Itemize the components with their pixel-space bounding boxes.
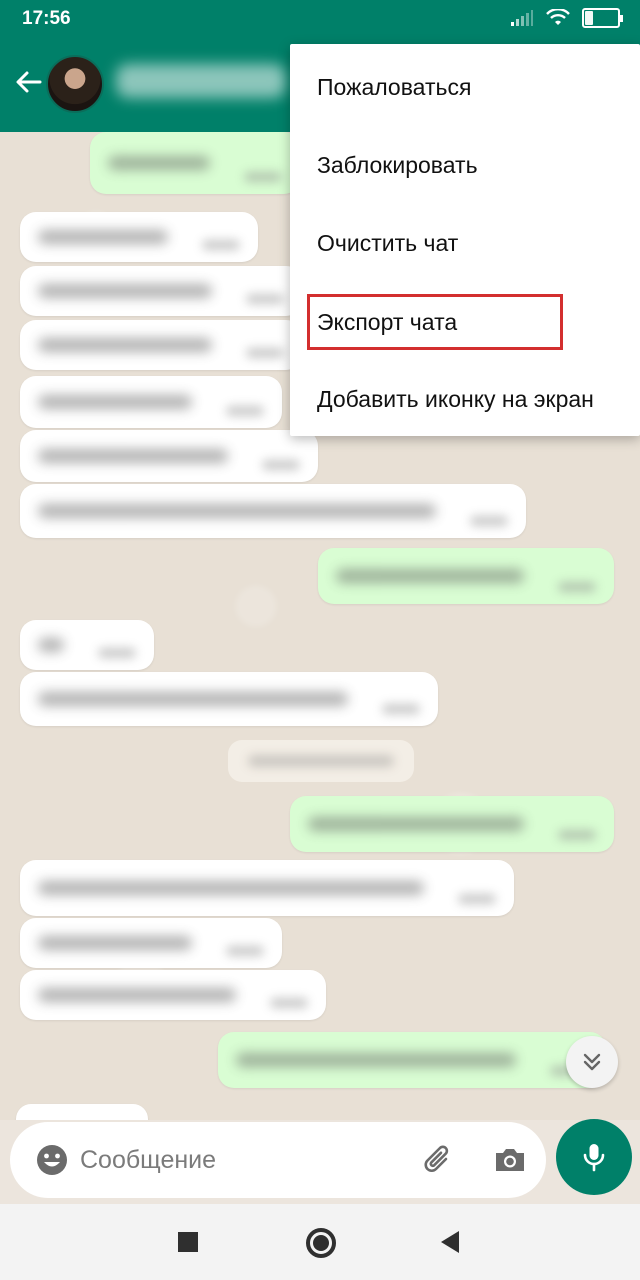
emoji-button[interactable] [32, 1140, 72, 1180]
menu-item-export-chat[interactable]: Экспорт чата [290, 283, 640, 361]
overflow-menu: Пожаловаться Заблокировать Очистить чат … [290, 44, 640, 436]
message-composer [10, 1122, 546, 1198]
message-input[interactable] [76, 1140, 406, 1180]
message-bubble-outgoing[interactable] [218, 1032, 606, 1088]
menu-item-label: Экспорт чата [317, 308, 458, 335]
battery-tip [620, 15, 623, 22]
message-bubble-incoming[interactable] [20, 320, 302, 370]
message-bubble-outgoing[interactable] [290, 796, 614, 852]
battery-level-text: 28 [594, 11, 608, 25]
menu-item-label: Пожаловаться [317, 73, 472, 100]
microphone-icon [583, 1144, 605, 1172]
battery-icon: 28 [582, 8, 623, 28]
camera-button[interactable] [490, 1140, 530, 1180]
home-button[interactable] [306, 1228, 336, 1258]
signal-icon [511, 10, 533, 26]
scroll-to-bottom-button[interactable] [566, 1036, 618, 1088]
message-bubble-incoming[interactable] [20, 860, 514, 916]
message-bubble-incoming[interactable] [20, 484, 526, 538]
double-chevron-down-icon [583, 1053, 601, 1071]
menu-item-report[interactable]: Пожаловаться [290, 48, 640, 126]
message-bubble-incoming[interactable] [20, 970, 326, 1020]
message-bubble-outgoing[interactable] [90, 132, 300, 194]
message-bubble-incoming[interactable] [20, 672, 438, 726]
recent-apps-button[interactable] [178, 1232, 198, 1252]
menu-item-block[interactable]: Заблокировать [290, 126, 640, 204]
back-button[interactable] [8, 62, 48, 102]
menu-item-label: Добавить иконку на экран [317, 385, 594, 412]
date-divider [228, 740, 414, 782]
camera-icon [496, 1149, 524, 1171]
attach-button[interactable] [418, 1140, 458, 1180]
message-bubble-outgoing[interactable] [318, 548, 614, 604]
status-bar: 17:56 28 [0, 0, 640, 40]
system-navigation-bar [0, 1204, 640, 1280]
contact-avatar[interactable] [46, 55, 104, 113]
arrow-left-icon [16, 71, 42, 93]
status-time: 17:56 [22, 8, 71, 29]
paperclip-icon [424, 1145, 449, 1172]
system-back-button[interactable] [441, 1231, 459, 1253]
message-bubble-incoming[interactable] [16, 1104, 148, 1120]
message-bubble-incoming[interactable] [20, 430, 318, 482]
battery-fill [585, 11, 593, 25]
message-bubble-incoming[interactable] [20, 266, 302, 316]
message-bubble-incoming[interactable] [20, 212, 258, 262]
emoji-icon [37, 1145, 67, 1175]
message-bubble-incoming[interactable] [20, 376, 282, 428]
menu-item-clear-chat[interactable]: Очистить чат [290, 204, 640, 282]
status-icons: 28 [510, 8, 623, 28]
message-bubble-incoming[interactable] [20, 620, 154, 670]
contact-name-blurred[interactable] [116, 64, 286, 98]
wifi-icon [546, 9, 570, 25]
menu-item-add-shortcut[interactable]: Добавить иконку на экран [290, 360, 640, 438]
message-bubble-incoming[interactable] [20, 918, 282, 968]
voice-message-button[interactable] [556, 1119, 632, 1195]
menu-item-label: Очистить чат [317, 229, 459, 256]
menu-item-label: Заблокировать [317, 151, 478, 178]
